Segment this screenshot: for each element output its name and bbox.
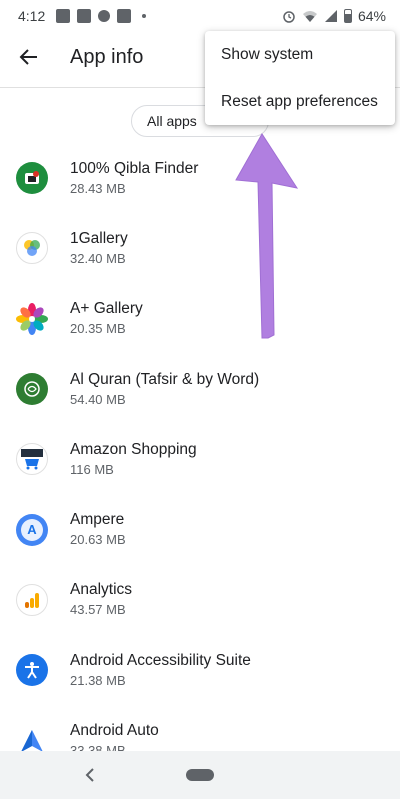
list-item[interactable]: Al Quran (Tafsir & by Word) 54.40 MB bbox=[0, 354, 400, 424]
app-size: 21.38 MB bbox=[70, 672, 126, 688]
menu-item-reset-app-preferences[interactable]: Reset app preferences bbox=[205, 78, 395, 125]
ad-icon bbox=[98, 10, 111, 22]
app-size: 28.43 MB bbox=[70, 180, 126, 196]
menu-item-show-system[interactable]: Show system bbox=[205, 31, 395, 78]
signal-icon bbox=[324, 10, 337, 22]
battery-percent: 64% bbox=[357, 8, 386, 24]
analytics-icon bbox=[16, 583, 48, 616]
alarm-icon bbox=[283, 11, 295, 23]
amazon-icon bbox=[16, 443, 48, 476]
battery-icon bbox=[343, 9, 352, 23]
nav-home-icon[interactable] bbox=[186, 769, 214, 781]
overflow-menu: Show system Reset app preferences bbox=[205, 31, 395, 125]
news-icon bbox=[117, 9, 132, 23]
app-name: 1Gallery bbox=[70, 229, 128, 247]
list-item[interactable]: A Ampere 20.63 MB bbox=[0, 494, 400, 564]
list-item[interactable]: 100% Qibla Finder 28.43 MB bbox=[0, 143, 400, 213]
app-name: Analytics bbox=[70, 581, 133, 599]
app-size: 20.35 MB bbox=[70, 321, 126, 337]
nav-back-icon[interactable] bbox=[80, 761, 100, 789]
list-item[interactable]: 1Gallery 32.40 MB bbox=[0, 213, 400, 283]
status-left: 4:12 bbox=[18, 8, 147, 24]
app-size: 54.40 MB bbox=[70, 391, 126, 407]
flower-icon bbox=[16, 302, 48, 335]
status-time: 4:12 bbox=[18, 8, 46, 24]
app-size: 116 MB bbox=[70, 461, 114, 477]
app-name: A+ Gallery bbox=[70, 300, 143, 318]
chip-label: All apps bbox=[147, 113, 197, 129]
app-name: Al Quran (Tafsir & by Word) bbox=[70, 370, 260, 388]
app-size: 32.40 MB bbox=[70, 250, 126, 266]
navigation-bar bbox=[0, 751, 400, 799]
list-item[interactable]: Android Accessibility Suite 21.38 MB bbox=[0, 635, 400, 705]
app-name: Android Auto bbox=[70, 722, 159, 740]
status-right: 64% bbox=[282, 8, 386, 24]
list-item[interactable]: A+ Gallery 20.35 MB bbox=[0, 284, 400, 354]
accessibility-icon bbox=[16, 654, 48, 687]
dot-icon bbox=[142, 14, 147, 18]
app-name: Android Accessibility Suite bbox=[70, 651, 251, 669]
app-size: 20.63 MB bbox=[70, 532, 126, 548]
app-size: 43.57 MB bbox=[70, 602, 126, 618]
quran-icon bbox=[16, 373, 48, 406]
app-list: 100% Qibla Finder 28.43 MB 1Gallery 32.4… bbox=[0, 143, 400, 776]
list-item[interactable]: Amazon Shopping 116 MB bbox=[0, 424, 400, 494]
ampere-icon: A bbox=[16, 513, 48, 546]
list-item[interactable]: Analytics 43.57 MB bbox=[0, 565, 400, 635]
app-name: Amazon Shopping bbox=[70, 440, 197, 458]
wifi-icon bbox=[302, 11, 317, 22]
slideshow-icon bbox=[77, 9, 92, 23]
status-bar: 4:12 64% bbox=[0, 0, 400, 32]
gallery-icon bbox=[16, 232, 48, 265]
page-title: App info bbox=[70, 45, 144, 68]
back-arrow-icon[interactable] bbox=[4, 32, 54, 82]
app-name: 100% Qibla Finder bbox=[70, 159, 199, 177]
qibla-finder-icon bbox=[16, 162, 48, 195]
image-icon bbox=[56, 9, 71, 23]
app-name: Ampere bbox=[70, 511, 125, 529]
